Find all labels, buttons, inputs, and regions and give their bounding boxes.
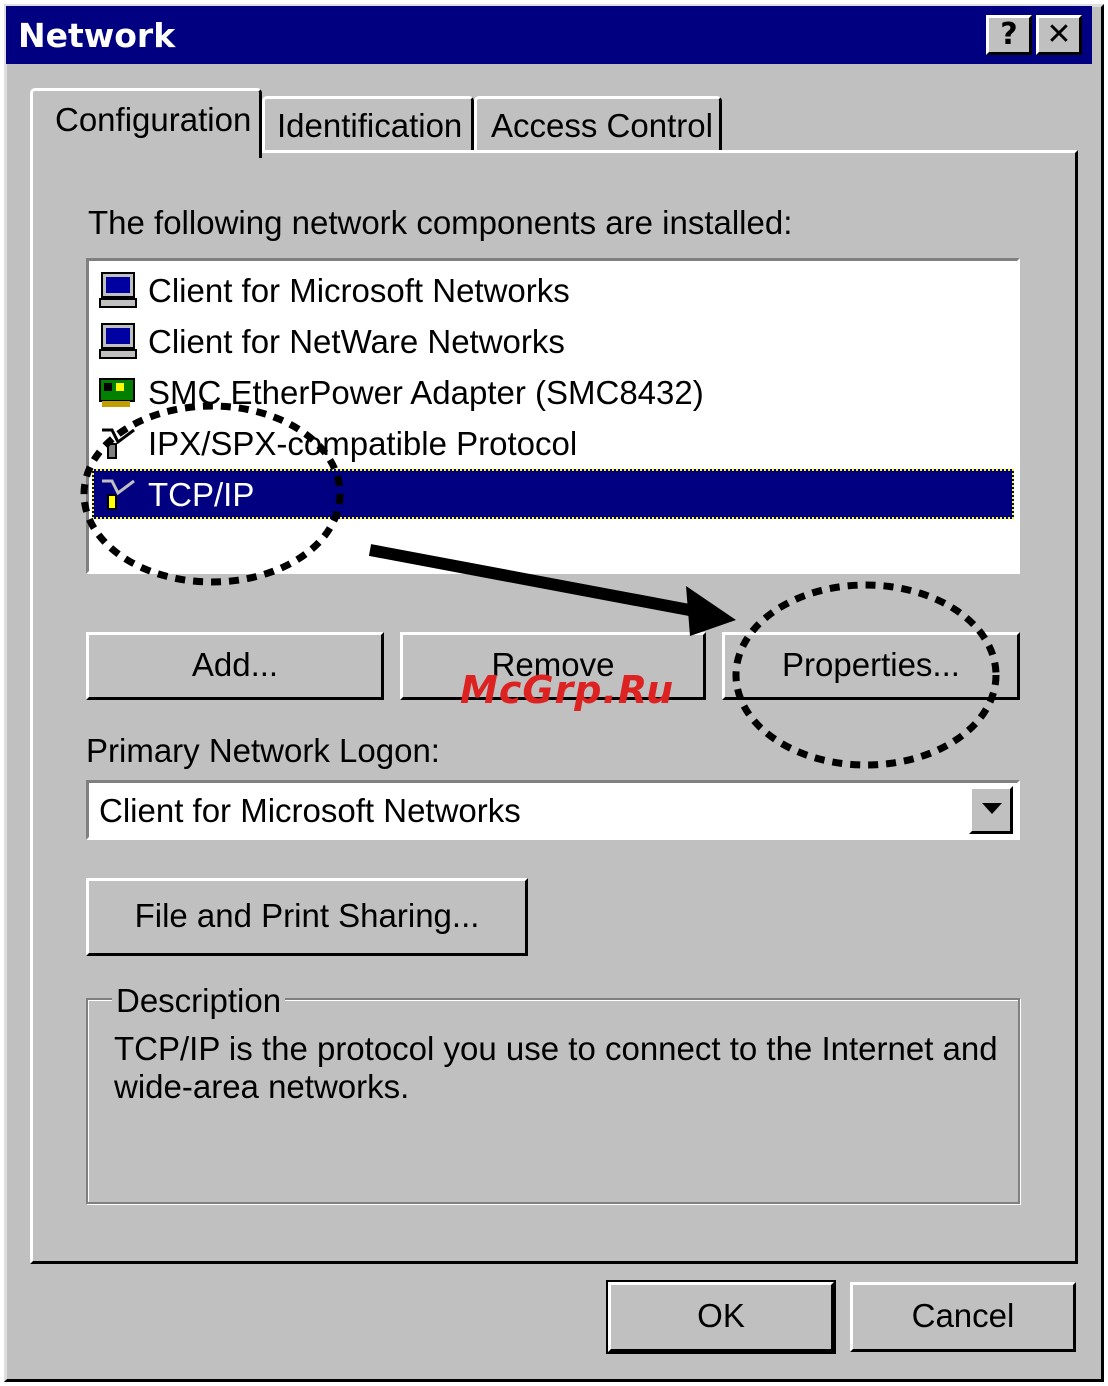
description-text: TCP/IP is the protocol you use to connec… [114,1030,998,1105]
tab-access-control[interactable]: Access Control [474,96,722,152]
list-item-label: TCP/IP [148,476,255,513]
components-heading: The following network components are ins… [88,204,793,241]
file-print-sharing-button[interactable]: File and Print Sharing... [86,878,528,956]
list-item[interactable]: SMC EtherPower Adapter (SMC8432) [92,367,1014,417]
list-item-label: IPX/SPX-compatible Protocol [148,425,578,462]
ok-button[interactable]: OK [606,1280,836,1354]
file-print-sharing-label: File and Print Sharing... [134,897,480,934]
primary-logon-value: Client for Microsoft Networks [99,792,521,829]
add-button-label: Add... [191,646,279,683]
description-label: Description [112,982,286,1020]
cancel-button-label: Cancel [911,1297,1015,1334]
ok-button-label: OK [697,1297,745,1334]
list-item-selected[interactable]: TCP/IP [92,469,1014,519]
list-item[interactable]: Client for NetWare Networks [92,316,1014,366]
list-item[interactable]: IPX/SPX-compatible Protocol [92,418,1014,468]
properties-button[interactable]: Properties... [722,632,1020,700]
primary-logon-label: Primary Network Logon: [86,732,440,769]
title-bar[interactable]: Network ? ✕ [6,6,1092,64]
help-button[interactable]: ? [986,15,1032,55]
tab-identification[interactable]: Identification [262,96,474,152]
dropdown-button[interactable] [969,786,1013,834]
list-item-label: Client for NetWare Networks [148,323,565,360]
client-computer-icon [99,323,137,359]
list-item-label: SMC EtherPower Adapter (SMC8432) [148,374,704,411]
network-adapter-icon [99,378,135,407]
list-item-label: Client for Microsoft Networks [148,272,570,309]
client-computer-icon [99,272,137,308]
window-title: Network [18,16,176,55]
properties-button-label: Properties... [782,646,960,683]
close-button[interactable]: ✕ [1036,15,1082,55]
cancel-button[interactable]: Cancel [850,1282,1076,1352]
protocol-cable-icon [102,428,135,459]
add-button[interactable]: Add... [86,632,384,700]
tab-configuration[interactable]: Configuration [30,88,262,158]
primary-logon-select[interactable]: Client for Microsoft Networks [86,780,1020,840]
watermark: McGrp.Ru [460,668,675,712]
components-listbox[interactable]: Client for Microsoft Networks Client for… [86,258,1020,574]
protocol-cable-icon [102,479,135,510]
list-item[interactable]: Client for Microsoft Networks [92,265,1014,315]
chevron-down-icon [982,803,1002,814]
